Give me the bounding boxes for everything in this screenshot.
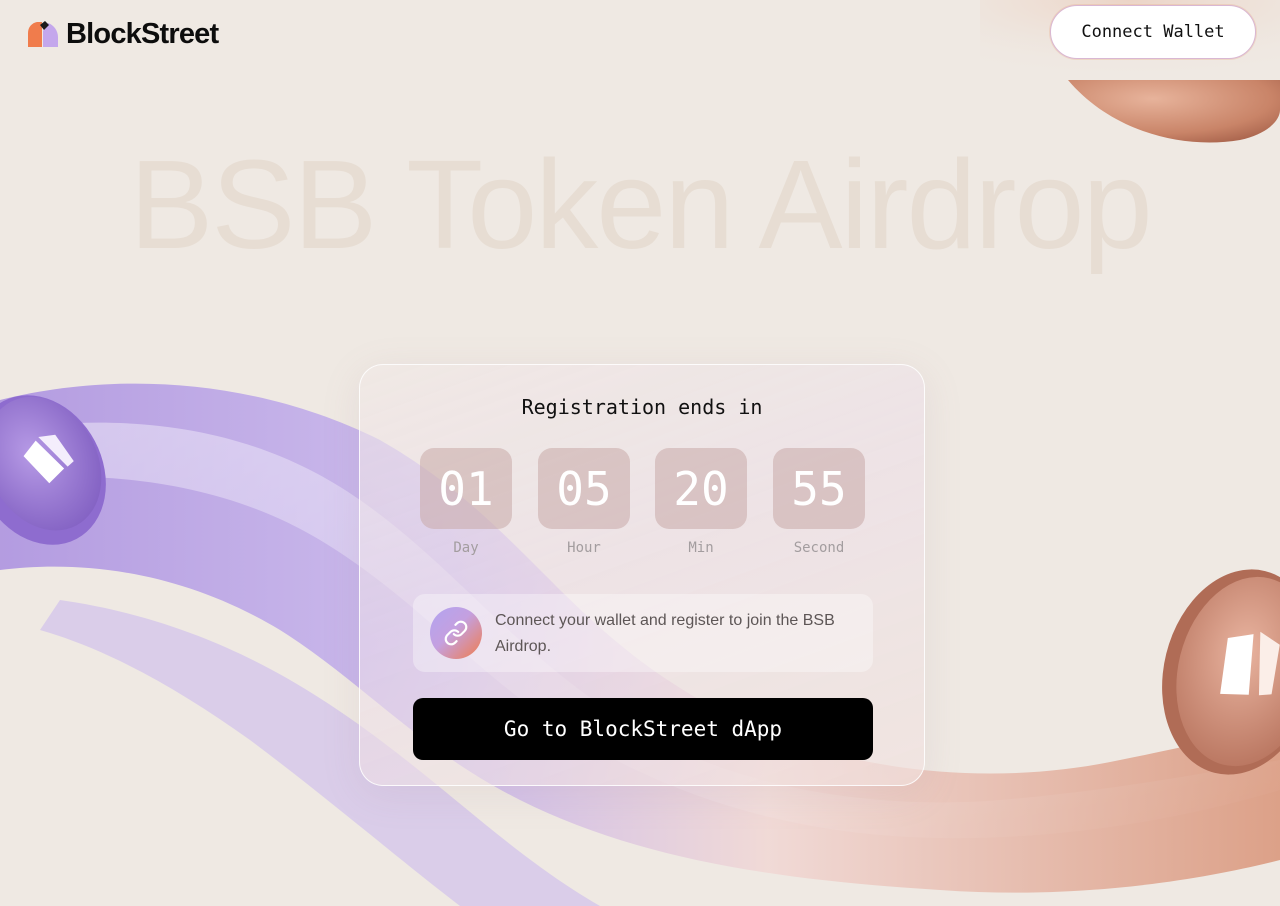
link-icon (430, 607, 482, 659)
blockstreet-logo-icon (28, 21, 58, 47)
page-title: BSB Token Airdrop (129, 134, 1152, 275)
airdrop-info-box: Connect your wallet and register to join… (413, 594, 873, 672)
brand-logo[interactable]: BlockStreet (26, 16, 219, 52)
registration-title: Registration ends in (521, 395, 763, 419)
countdown-min-label: Min (688, 540, 714, 556)
countdown-min-value: 20 (655, 448, 747, 529)
registration-card: Registration ends in 01 Day 05 Hour 20 M… (359, 364, 925, 786)
brand-name: BlockStreet (66, 17, 219, 50)
airdrop-info-text: Connect your wallet and register to join… (495, 612, 835, 655)
go-to-dapp-button[interactable]: Go to BlockStreet dApp (413, 698, 873, 760)
countdown-second-value: 55 (773, 448, 865, 529)
countdown-day: 01 Day (420, 448, 512, 556)
countdown-timer: 01 Day 05 Hour 20 Min 55 Second (420, 448, 866, 558)
connect-wallet-button[interactable]: Connect Wallet (1050, 5, 1256, 59)
countdown-second: 55 Second (773, 448, 865, 556)
countdown-min: 20 Min (655, 448, 747, 556)
countdown-second-label: Second (793, 540, 845, 556)
countdown-day-value: 01 (420, 448, 512, 529)
countdown-hour-label: Hour (567, 540, 601, 556)
countdown-hour-value: 05 (538, 448, 630, 529)
countdown-day-label: Day (453, 540, 479, 556)
countdown-hour: 05 Hour (538, 448, 630, 556)
